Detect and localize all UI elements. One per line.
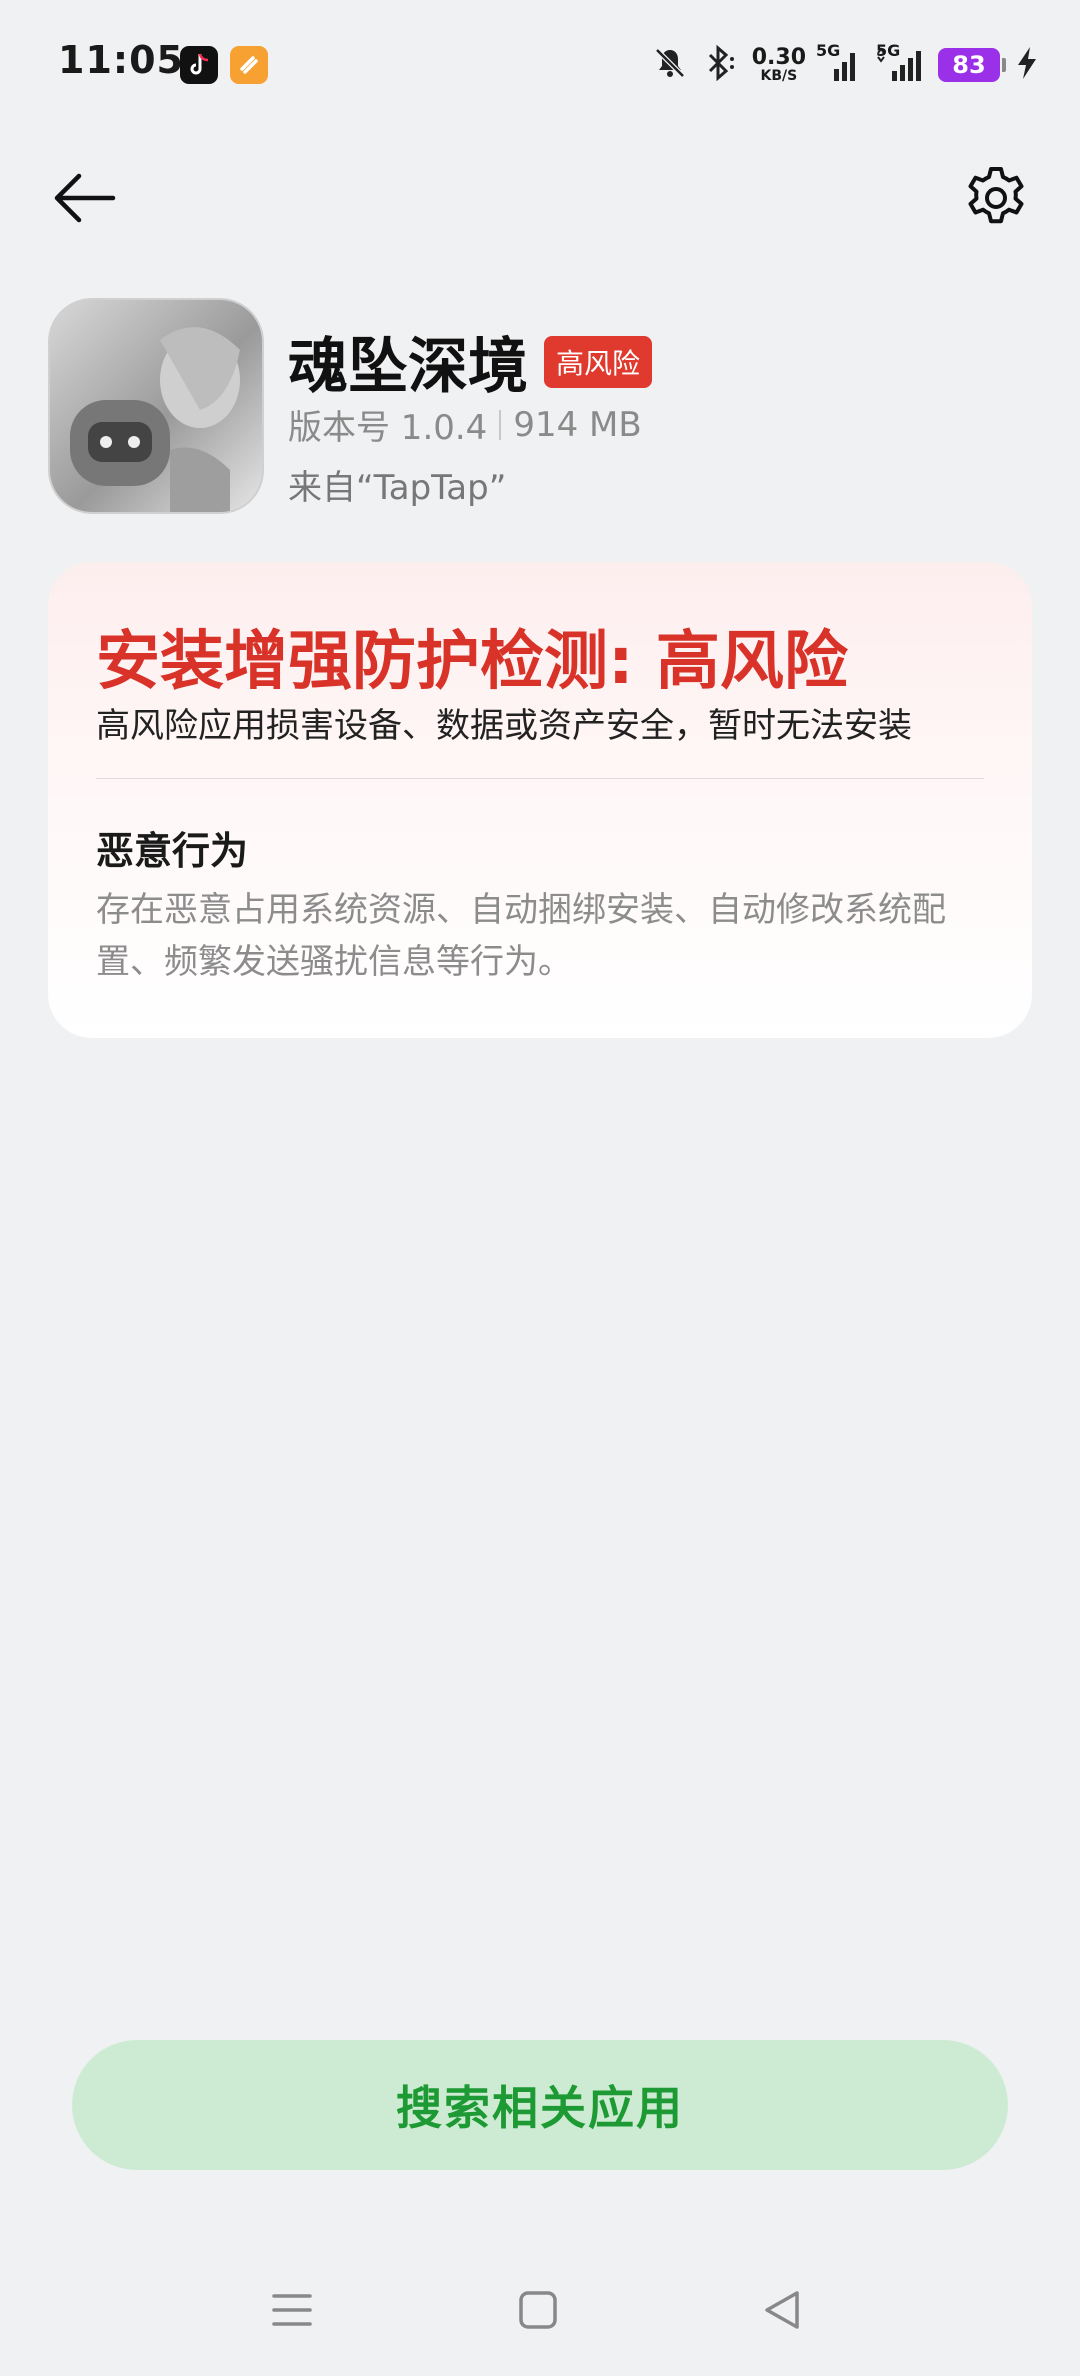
notification-icons xyxy=(180,46,268,84)
tiktok-notification-icon xyxy=(180,46,218,84)
status-indicators: 0.30 KB/S 5G 5G 83 xyxy=(652,40,1040,90)
malicious-behavior-title: 恶意行为 xyxy=(96,829,249,873)
risk-warning-card: 安装增强防护检测: 高风险 高风险应用损害设备、数据或资产安全，暂时无法安装 恶… xyxy=(48,562,1032,1038)
recents-button[interactable] xyxy=(252,2270,332,2350)
malicious-behavior-description: 存在恶意占用系统资源、自动捆绑安装、自动修改系统配置、频繁发送骚扰信息等行为。 xyxy=(96,890,946,982)
screen: 11:05 0.30 KB/S 5G 5G 83 魂坠深境 高风险 版本号 1.… xyxy=(0,0,1080,2376)
app-name: 魂坠深境 xyxy=(288,332,528,402)
app-size: 914 MB xyxy=(513,404,642,445)
signal-icon: 5G xyxy=(874,41,924,83)
meta-divider xyxy=(499,409,502,440)
bluetooth-icon xyxy=(702,44,738,86)
home-button[interactable] xyxy=(498,2270,578,2350)
charging-icon xyxy=(1014,45,1040,85)
system-nav-bar xyxy=(0,2270,1080,2350)
menu-icon xyxy=(272,2294,312,2326)
status-bar: 11:05 0.30 KB/S 5G 5G 83 xyxy=(0,0,1080,130)
signal-icon: 5G xyxy=(816,41,860,83)
network-type-2: 5G xyxy=(876,41,901,60)
warning-subtitle: 高风险应用损害设备、数据或资产安全，暂时无法安装 xyxy=(96,706,912,746)
status-time: 11:05 xyxy=(58,38,184,82)
app-version: 版本号 1.0.4 xyxy=(288,408,488,448)
nav-back-button[interactable] xyxy=(742,2270,822,2350)
back-arrow-icon xyxy=(54,173,116,223)
back-triangle-icon xyxy=(765,2291,799,2329)
risk-badge: 高风险 xyxy=(544,335,653,388)
warning-title: 安装增强防护检测: 高风险 xyxy=(96,625,848,699)
home-icon xyxy=(519,2291,557,2329)
app-notification-icon xyxy=(230,46,268,84)
divider xyxy=(96,778,984,779)
network-type-1: 5G xyxy=(816,41,841,60)
settings-button[interactable] xyxy=(958,160,1034,236)
app-icon xyxy=(48,298,264,514)
battery-icon: 83 xyxy=(938,48,1006,82)
back-button[interactable] xyxy=(46,165,122,231)
net-speed-value: 0.30 xyxy=(751,45,806,70)
search-related-apps-button[interactable]: 搜索相关应用 xyxy=(72,2040,1008,2170)
net-speed-unit: KB/S xyxy=(760,68,798,84)
gear-icon xyxy=(968,167,1024,224)
app-source: 来自“TapTap” xyxy=(288,468,507,508)
app-meta: 版本号 1.0.4 914 MB xyxy=(288,400,642,449)
bell-off-icon xyxy=(652,45,688,85)
app-title-row: 魂坠深境 高风险 xyxy=(288,318,653,405)
net-speed: 0.30 KB/S xyxy=(751,45,806,84)
